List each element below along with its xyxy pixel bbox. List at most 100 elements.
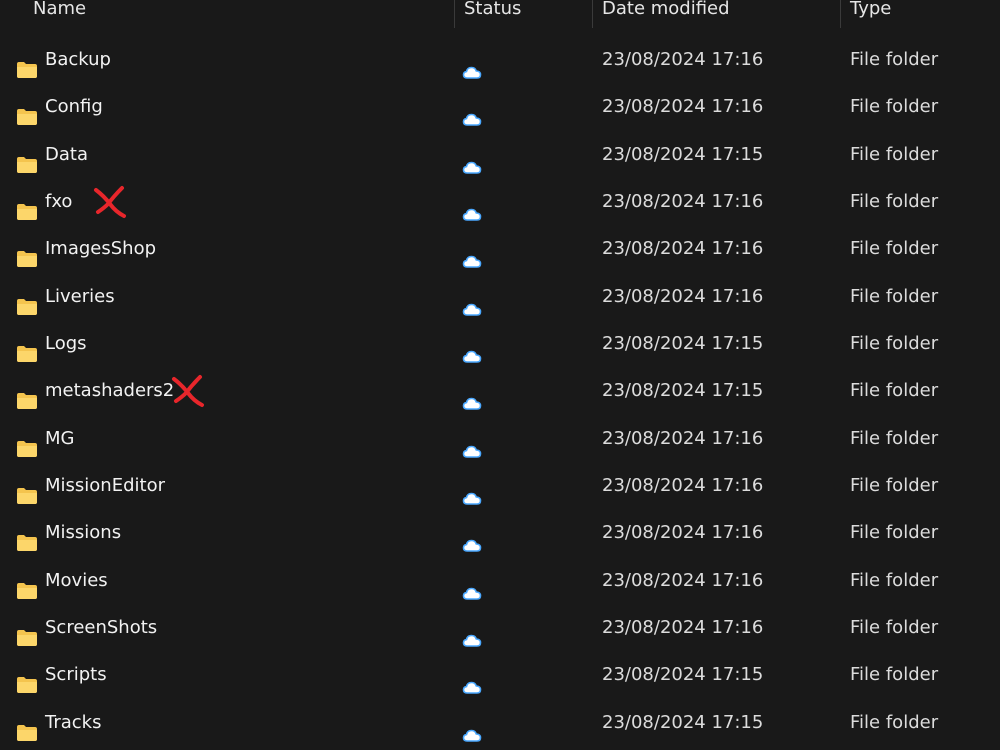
list-item[interactable]: Logs 23/08/2024 17:15 File folder — [0, 320, 1000, 367]
name-cell: Config — [16, 83, 436, 130]
list-item[interactable]: Missions 23/08/2024 17:16 File folder — [0, 509, 1000, 556]
column-header-name[interactable]: Name — [33, 0, 86, 22]
list-item[interactable]: ImagesShop 23/08/2024 17:16 File folder — [0, 225, 1000, 272]
cloud-icon[interactable] — [462, 572, 482, 600]
cloud-icon[interactable] — [462, 430, 482, 458]
cloud-icon[interactable] — [462, 477, 482, 505]
name-cell: MG — [16, 415, 436, 462]
column-divider[interactable] — [840, 0, 841, 28]
red-x-mark-icon — [168, 371, 212, 411]
column-divider[interactable] — [592, 0, 593, 28]
folder-icon — [16, 618, 38, 647]
file-name: Missions — [45, 522, 122, 544]
type-cell: File folder — [850, 427, 939, 449]
date-modified-cell: 23/08/2024 17:15 — [602, 333, 764, 355]
status-cell — [462, 36, 492, 83]
name-cell: Scripts — [16, 651, 436, 698]
date-modified-cell: 23/08/2024 17:16 — [602, 49, 764, 70]
file-name: metashaders2 — [45, 380, 175, 402]
type-cell: File folder — [850, 380, 939, 402]
type-cell: File folder — [850, 475, 939, 497]
list-item[interactable]: Tracks 23/08/2024 17:15 File folder — [0, 699, 1000, 746]
column-header-type[interactable]: Type — [850, 0, 891, 22]
cloud-icon[interactable] — [462, 619, 482, 647]
column-header-date-modified[interactable]: Date modified — [602, 0, 730, 22]
name-cell: Backup — [16, 36, 436, 83]
status-cell — [462, 557, 492, 604]
list-item[interactable]: Scripts 23/08/2024 17:15 File folder — [0, 651, 1000, 698]
name-cell: ScreenShots — [16, 604, 436, 651]
status-cell — [462, 273, 492, 320]
name-cell: MissionEditor — [16, 462, 436, 509]
list-item[interactable]: fxo 23/08/2024 17:16 File folder — [0, 178, 1000, 225]
column-divider[interactable] — [454, 0, 455, 28]
folder-icon — [16, 429, 38, 457]
cloud-icon[interactable] — [462, 666, 482, 695]
folder-icon — [16, 571, 38, 599]
file-name: Data — [45, 143, 88, 165]
list-item[interactable]: Backup 23/08/2024 17:16 File folder — [0, 36, 1000, 83]
cloud-icon[interactable] — [462, 335, 482, 363]
file-name: ImagesShop — [45, 238, 157, 260]
type-cell: File folder — [850, 617, 939, 639]
list-item[interactable]: Config 23/08/2024 17:16 File folder — [0, 83, 1000, 130]
file-name: Liveries — [45, 285, 115, 307]
file-list: Backup 23/08/2024 17:16 File folder Config 2… — [0, 36, 1000, 746]
name-cell: Data — [16, 131, 436, 178]
list-item[interactable]: Movies 23/08/2024 17:16 File folder — [0, 557, 1000, 604]
status-cell — [462, 604, 492, 651]
status-cell — [462, 83, 492, 130]
file-name: Config — [45, 96, 103, 118]
folder-icon — [16, 287, 38, 315]
date-modified-cell: 23/08/2024 17:16 — [602, 475, 764, 497]
date-modified-cell: 23/08/2024 17:16 — [602, 617, 764, 639]
type-cell: File folder — [850, 143, 939, 165]
cloud-icon[interactable] — [462, 193, 482, 221]
name-cell: Logs — [16, 320, 436, 367]
name-cell: Movies — [16, 557, 436, 604]
date-modified-cell: 23/08/2024 17:16 — [602, 96, 764, 118]
folder-icon — [16, 50, 38, 78]
type-cell: File folder — [850, 664, 939, 686]
status-cell — [462, 367, 492, 414]
list-item[interactable]: MG 23/08/2024 17:16 File folder — [0, 415, 1000, 462]
column-header-status[interactable]: Status — [464, 0, 521, 22]
name-cell: fxo — [16, 178, 436, 225]
list-item[interactable]: ScreenShots 23/08/2024 17:16 File folder — [0, 604, 1000, 651]
date-modified-cell: 23/08/2024 17:16 — [602, 569, 764, 591]
date-modified-cell: 23/08/2024 17:16 — [602, 191, 764, 213]
date-modified-cell: 23/08/2024 17:15 — [602, 664, 764, 686]
cloud-icon[interactable] — [462, 288, 482, 316]
cloud-icon[interactable] — [462, 51, 482, 79]
name-cell: metashaders2 — [16, 367, 436, 414]
date-modified-cell: 23/08/2024 17:15 — [602, 143, 764, 165]
cloud-icon[interactable] — [462, 98, 482, 127]
list-item[interactable]: Liveries 23/08/2024 17:16 File folder — [0, 273, 1000, 320]
cloud-icon[interactable] — [462, 382, 482, 411]
type-cell: File folder — [850, 522, 939, 544]
column-header-bar: Name Status Date modified Type — [0, 0, 1000, 28]
file-name: fxo — [45, 191, 73, 213]
file-explorer: Name Status Date modified Type Backup 23/… — [0, 0, 1000, 750]
folder-icon — [16, 381, 38, 410]
list-item[interactable]: metashaders2 23/08/2024 17:15 File folder — [0, 367, 1000, 414]
status-cell — [462, 651, 492, 698]
cloud-icon[interactable] — [462, 146, 482, 174]
red-x-mark-icon — [90, 182, 134, 222]
folder-icon — [16, 713, 38, 741]
folder-icon — [16, 97, 38, 126]
cloud-icon[interactable] — [462, 524, 482, 553]
type-cell: File folder — [850, 285, 939, 307]
type-cell: File folder — [850, 333, 939, 355]
folder-icon — [16, 476, 38, 505]
list-item[interactable]: Data 23/08/2024 17:15 File folder — [0, 131, 1000, 178]
list-item[interactable]: MissionEditor 23/08/2024 17:16 File folder — [0, 462, 1000, 509]
cloud-icon[interactable] — [462, 714, 482, 742]
folder-icon — [16, 334, 38, 363]
cloud-icon[interactable] — [462, 240, 482, 269]
status-cell — [462, 225, 492, 272]
file-name: Movies — [45, 569, 108, 591]
status-cell — [462, 178, 492, 225]
folder-icon — [16, 145, 38, 173]
date-modified-cell: 23/08/2024 17:16 — [602, 285, 764, 307]
